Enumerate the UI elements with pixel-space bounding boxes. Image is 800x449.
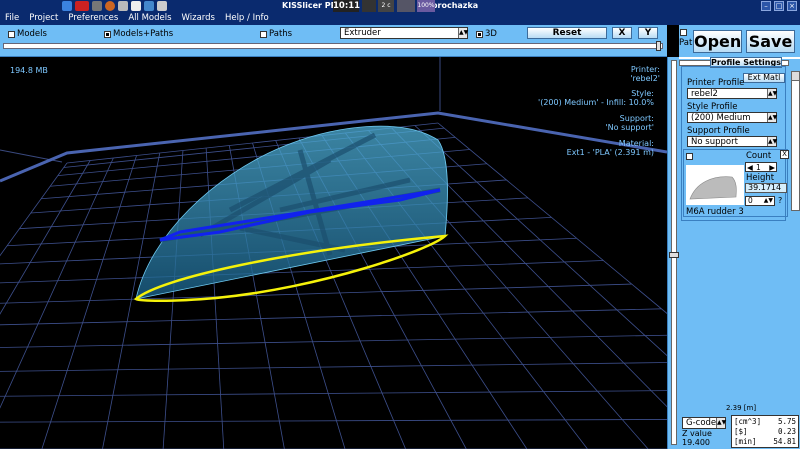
menu-wizards[interactable]: Wizards [177, 12, 220, 25]
models-paths-checkbox-box[interactable] [104, 30, 111, 38]
grid-line [0, 160, 91, 315]
menu-bar: File Project Preferences All Models Wiza… [0, 12, 800, 25]
scene-canvas[interactable] [0, 57, 667, 449]
paths-checkbox-box[interactable] [260, 30, 267, 38]
stepper-up-icon[interactable]: ▶ [769, 163, 775, 172]
grid-line [437, 122, 667, 314]
menu-all-models[interactable]: All Models [123, 12, 176, 25]
app-icon[interactable] [118, 1, 128, 11]
stat-volume: [cm^3] 5.75 [734, 417, 796, 426]
length-readout: 2.39 [m] [726, 404, 757, 412]
close-icon[interactable]: × [787, 1, 797, 11]
open-button[interactable]: Open [693, 30, 742, 53]
view-mode-select[interactable]: Extruder ▲▼ [340, 27, 468, 39]
minimize-icon[interactable]: – [761, 1, 771, 11]
slider-handle[interactable] [656, 41, 661, 51]
3d-viewport[interactable]: 194.8 MB Printer: 'rebel2' Style: '(200)… [0, 57, 667, 449]
grid-line [0, 308, 662, 326]
style-profile-select[interactable]: (200) Medium ▲▼ [687, 112, 777, 123]
support-info: Support: 'No support' [605, 114, 654, 132]
toggle-3d[interactable]: 3D [476, 29, 497, 39]
chevron-down-icon[interactable]: ▲▼ [767, 89, 777, 98]
grid-line [0, 283, 632, 304]
title-bar: KISSlicer PRO ol_prochazka 10:11 2 c 100%… [0, 0, 800, 12]
grid-line [0, 162, 68, 257]
printer-profile-select[interactable]: rebel2 ▲▼ [687, 88, 777, 99]
material-info: Material: Ext1 - 'PLA' (2.391 m) [566, 139, 654, 157]
clipboard-icon[interactable] [131, 1, 141, 11]
maximize-icon[interactable]: □ [774, 1, 784, 11]
support-profile-select[interactable]: No support ▲▼ [687, 136, 777, 147]
grid-line [0, 390, 667, 397]
menu-help[interactable]: Help / Info [220, 12, 274, 25]
chevron-down-icon[interactable]: ▲▼ [716, 418, 726, 428]
grid-line [0, 157, 114, 409]
clock: 10:11 [333, 0, 361, 12]
count-label: Count [746, 151, 772, 161]
layer-slider-handle[interactable] [669, 252, 679, 258]
3d-checkbox-box[interactable] [476, 30, 483, 38]
height-field[interactable]: 39.1714 [745, 183, 787, 193]
model-thumbnail[interactable] [686, 165, 744, 205]
graph-icon [397, 0, 415, 12]
memory-readout: 194.8 MB [10, 66, 48, 75]
menu-project[interactable]: Project [24, 12, 63, 25]
layer-slider[interactable] [667, 57, 679, 449]
models-checkbox-box[interactable] [8, 30, 15, 38]
grid-line [41, 155, 137, 449]
system-tray [62, 0, 167, 12]
stepper-down-icon[interactable]: ◀ [747, 163, 753, 172]
network-icon[interactable] [92, 1, 102, 11]
y-button[interactable]: Y [638, 27, 658, 39]
path-percent-checkbox[interactable] [680, 29, 687, 36]
model-select-checkbox[interactable] [686, 153, 693, 160]
grid-line [414, 125, 667, 357]
x-button[interactable]: X [612, 27, 632, 39]
battery-indicator: 100% [417, 0, 435, 12]
shield-icon[interactable] [105, 1, 115, 11]
paths-radio[interactable]: Paths [260, 29, 292, 39]
grid-line [0, 334, 667, 348]
rudder-thumbnail-icon [689, 176, 737, 200]
stat-time: [min] 54.81 [734, 437, 796, 446]
chevron-down-icon[interactable]: ▲▼ [458, 28, 468, 38]
wifi-icon[interactable] [157, 1, 167, 11]
chevron-down-icon[interactable]: ▲▼ [767, 137, 777, 146]
menu-preferences[interactable]: Preferences [63, 12, 123, 25]
gcode-select[interactable]: G-code ▲▼ [682, 417, 726, 429]
support-profile-label: Support Profile [687, 126, 750, 136]
z-value-readout: Z value 19.400 [682, 429, 712, 447]
extruder-select[interactable]: 0 ▲▼ [745, 196, 775, 206]
model-name: M6A rudder 3 [686, 207, 744, 217]
dropbox-icon[interactable] [62, 1, 72, 11]
monitor-icon [362, 0, 376, 12]
help-icon[interactable]: ? [778, 196, 782, 205]
chevron-down-icon[interactable]: ▲▼ [767, 113, 777, 122]
chevron-down-icon[interactable]: ▲▼ [764, 197, 773, 205]
stat-cost: [$] 0.23 [734, 427, 796, 436]
bluetooth-icon[interactable] [144, 1, 154, 11]
style-profile-label: Style Profile [687, 102, 738, 112]
right-panel: Path% Open Save Profile Settings Ext Mat… [679, 25, 800, 449]
height-label: Height [746, 173, 775, 183]
close-icon[interactable]: X [780, 150, 789, 159]
count-stepper[interactable]: 1 ◀ ▶ [745, 162, 777, 172]
cpu-indicator: 2 c [378, 0, 394, 12]
scroll-up-icon[interactable] [792, 72, 799, 81]
printer-profile-label: Printer Profile [687, 78, 745, 88]
models-paths-radio[interactable]: Models+Paths [104, 29, 173, 39]
reset-button[interactable]: Reset [527, 27, 607, 39]
save-button[interactable]: Save [746, 30, 795, 53]
toolbar: Models Models+Paths Paths Extruder ▲▼ 3D… [0, 25, 667, 57]
stats-box: [cm^3] 5.75 [$] 0.23 [min] 54.81 [731, 415, 799, 448]
grid-line [0, 362, 667, 372]
panel-scrollbar-v[interactable] [791, 71, 800, 211]
models-radio[interactable]: Models [8, 29, 47, 39]
vim-icon[interactable] [75, 1, 89, 11]
menu-file[interactable]: File [0, 12, 24, 25]
path-percent-slider[interactable] [3, 41, 663, 51]
style-info: Style: '(200) Medium' - Infill: 10.0% [538, 89, 654, 107]
printer-info: Printer: 'rebel2' [630, 65, 660, 83]
